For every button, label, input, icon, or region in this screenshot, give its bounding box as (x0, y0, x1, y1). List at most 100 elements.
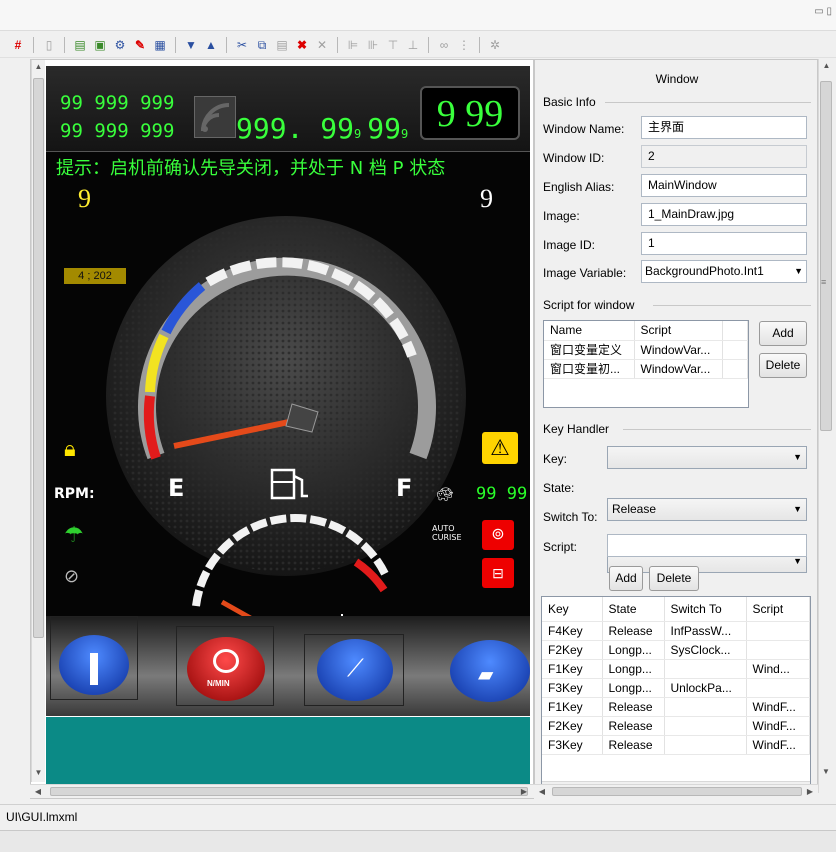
column-header-state[interactable]: State (602, 597, 665, 622)
script-list[interactable]: Name Script 窗口变量定义 WindowVar... 窗口变量初...… (543, 320, 749, 408)
script-name-cell: 窗口变量定义 (544, 340, 635, 360)
fuel-e-label: E (168, 474, 184, 502)
magic-wand-icon[interactable]: ✎ (132, 37, 148, 53)
switch-to-cell: SysClock... (664, 640, 747, 660)
canvas-horizontal-scrollbar[interactable]: ◀ ▶ (30, 784, 534, 798)
horizontal-scroll-thumb[interactable] (552, 787, 802, 796)
key-delete-button[interactable]: Delete (649, 566, 699, 591)
arrow-down-icon[interactable]: ▼ (183, 37, 199, 53)
soft-button-4[interactable]: ▰ (450, 622, 530, 702)
scroll-down-icon[interactable]: ▼ (819, 765, 833, 779)
script-script-cell: WindowVar... (634, 340, 723, 360)
arrow-up-icon[interactable]: ▲ (203, 37, 219, 53)
toolbar-separator (428, 36, 429, 53)
image-field[interactable]: 1_MainDraw.jpg (641, 203, 807, 226)
minimize-icon[interactable]: ▭ ▯ (814, 6, 832, 17)
column-header-switch-to[interactable]: Switch To (664, 597, 747, 622)
table-row[interactable]: F2Key Release WindF... (542, 716, 810, 736)
toolbar-separator (64, 36, 65, 53)
script-field[interactable] (607, 534, 807, 557)
scroll-down-icon[interactable]: ▼ (32, 766, 45, 780)
copy-page-icon[interactable]: ▦ (152, 37, 168, 53)
table-row[interactable]: 窗口变量定义 WindowVar... (544, 340, 748, 360)
soft-button-2[interactable]: N/MIN (176, 626, 274, 706)
window-name-field[interactable]: 主界面 (641, 116, 807, 139)
align-left-icon[interactable]: ⊫ (345, 37, 361, 53)
table-row[interactable]: F1Key Release WindF... (542, 697, 810, 717)
image-id-field[interactable]: 1 (641, 232, 807, 255)
property-panel-horizontal-scrollbar[interactable]: ◀ ▶ (534, 784, 818, 798)
state-select[interactable]: Release ▼ (607, 498, 807, 521)
engine-warning-icon: ⊚ (482, 520, 514, 550)
clear-icon[interactable]: ✕ (314, 37, 330, 53)
chevron-down-icon[interactable]: ▼ (793, 447, 802, 468)
align-right-icon[interactable]: ⊪ (365, 37, 381, 53)
grid-icon[interactable]: # (10, 37, 26, 53)
table-row[interactable]: 窗口变量初... WindowVar... (544, 359, 748, 379)
cut-icon[interactable]: ✂ (234, 37, 250, 53)
state-label: State: (543, 481, 575, 495)
canvas-vertical-scrollbar[interactable]: ▲ ▼ (31, 60, 45, 782)
key-select[interactable]: ▼ (607, 446, 807, 469)
big-number-sub2: 99 (367, 112, 401, 145)
key-cell: F2Key (542, 716, 603, 736)
scroll-thumb[interactable] (820, 81, 832, 431)
scroll-right-icon[interactable]: ▶ (804, 785, 816, 799)
add-window-icon[interactable]: ▣ (92, 37, 108, 53)
column-header-name[interactable]: Name (544, 321, 635, 341)
dashboard-preview[interactable]: 99 999 999 99 999 999 999. 999 999 9 99 提… (46, 66, 530, 716)
script-add-button[interactable]: Add (759, 321, 807, 346)
scroll-left-icon[interactable]: ◀ (536, 785, 548, 799)
switch-to-cell (664, 716, 747, 736)
scroll-thumb[interactable] (33, 78, 44, 638)
key-handler-table[interactable]: Key State Switch To Script F4Key Release I… (541, 596, 811, 792)
image-id-label: Image ID: (543, 238, 596, 252)
scroll-right-icon[interactable]: ▶ (518, 785, 530, 799)
chevron-down-icon[interactable]: ▼ (793, 499, 802, 520)
scroll-left-icon[interactable]: ◀ (32, 785, 44, 799)
soft-button-3[interactable]: ⟋ (304, 634, 404, 706)
column-header-script[interactable]: Script (634, 321, 723, 341)
preview-icon[interactable]: ✲ (487, 37, 503, 53)
new-file-icon[interactable]: ▯ (41, 37, 57, 53)
align-top-icon[interactable]: ⊤ (385, 37, 401, 53)
window-id-label: Window ID: (543, 151, 605, 165)
image-variable-select[interactable]: BackgroundPhoto.Int1 ▼ (641, 260, 807, 283)
scroll-grip-icon: ≡ (821, 277, 827, 287)
align-bottom-icon[interactable]: ⊥ (405, 37, 421, 53)
table-row[interactable]: F1Key Longp... Wind... (542, 659, 810, 679)
key-cell: F1Key (542, 659, 603, 679)
horizontal-scroll-thumb[interactable] (50, 787, 528, 796)
paste-icon[interactable]: ▤ (274, 37, 290, 53)
key-cell: F2Key (542, 640, 603, 660)
scroll-up-icon[interactable]: ▲ (32, 60, 45, 74)
link-icon[interactable]: ∞ (436, 37, 452, 53)
fuel-f-label: F (396, 474, 412, 502)
wiper-icon: ⟋ (347, 655, 364, 682)
table-row[interactable]: F2Key Longp... SysClock... (542, 640, 810, 660)
column-header-key[interactable]: Key (542, 597, 603, 622)
settings-icon[interactable]: ⚙ (112, 37, 128, 53)
script-cell (746, 640, 810, 660)
table-row[interactable]: F3Key Longp... UnlockPa... (542, 678, 810, 698)
tree-icon[interactable]: ⋮ (456, 37, 472, 53)
script-cell: WindF... (746, 716, 810, 736)
property-panel-vertical-scrollbar[interactable]: ▲ ≡ ▼ (818, 59, 834, 793)
table-row[interactable]: F4Key Release InfPassW... (542, 621, 810, 641)
rpm-label: RPM: (54, 486, 95, 502)
soft-button-1[interactable] (50, 616, 138, 700)
status-bar: UI\GUI.lmxml (0, 804, 836, 828)
english-alias-field[interactable]: MainWindow (641, 174, 807, 197)
switch-to-cell (664, 697, 747, 717)
add-page-icon[interactable]: ▤ (72, 37, 88, 53)
key-add-button[interactable]: Add (609, 566, 643, 591)
battery-icon: ⊟ (482, 558, 514, 588)
table-row[interactable]: F3Key Release WindF... (542, 735, 810, 755)
scroll-up-icon[interactable]: ▲ (819, 59, 834, 73)
copy-icon[interactable]: ⧉ (254, 37, 270, 53)
delete-icon[interactable]: ✖ (294, 37, 310, 53)
script-delete-button[interactable]: Delete (759, 353, 807, 378)
state-cell: Release (602, 716, 665, 736)
chevron-down-icon[interactable]: ▼ (794, 261, 803, 282)
column-header-script[interactable]: Script (746, 597, 810, 622)
